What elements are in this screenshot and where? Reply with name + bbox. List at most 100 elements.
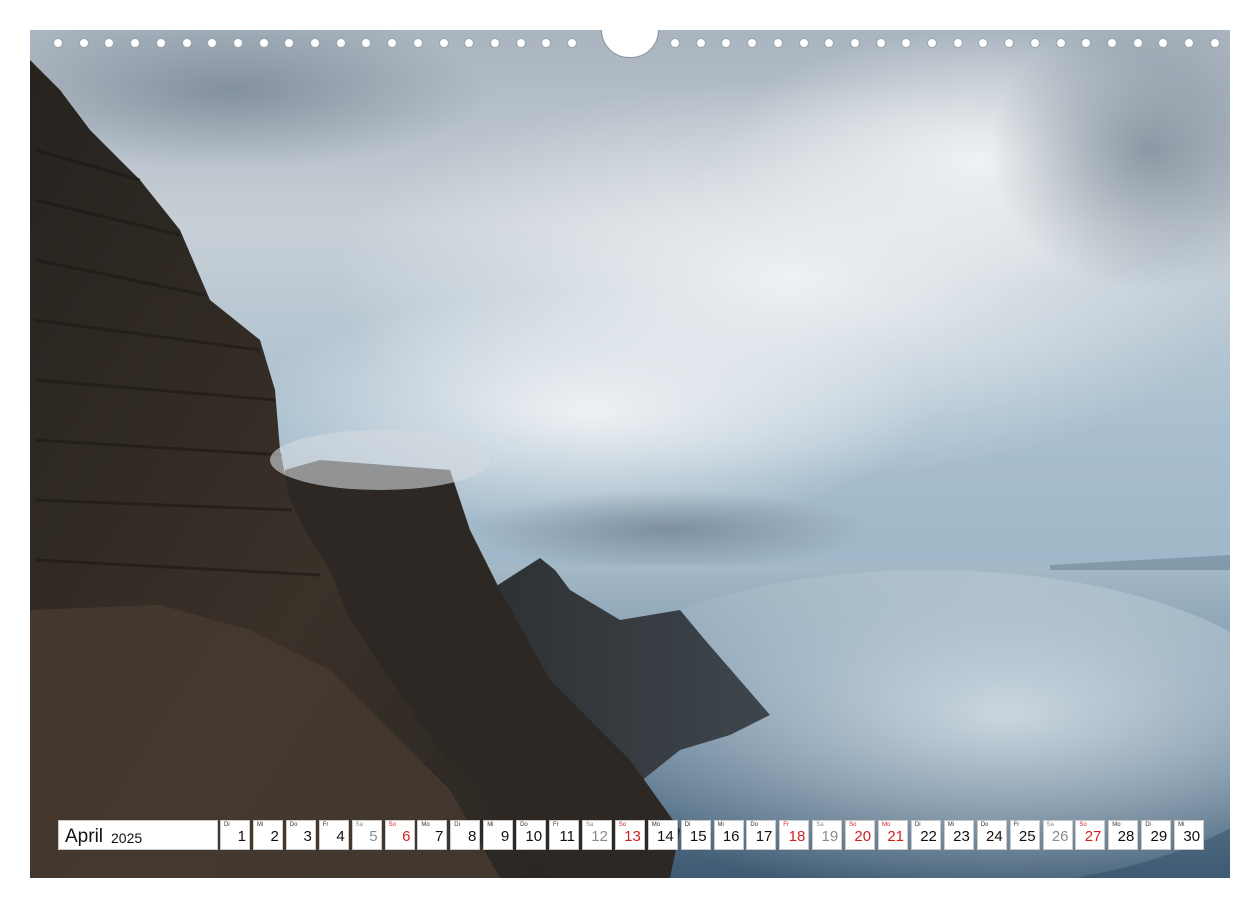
binding-hole bbox=[258, 38, 269, 48]
weekday-label: Fr bbox=[553, 822, 559, 828]
binding-hole bbox=[104, 38, 115, 48]
day-number: 23 bbox=[953, 828, 970, 845]
day-number: 1 bbox=[237, 828, 246, 845]
day-cell: Mi 16 bbox=[713, 820, 744, 850]
binding-hole bbox=[1081, 38, 1092, 48]
year-label: 2025 bbox=[111, 830, 143, 846]
day-cell: Sa 19 bbox=[812, 820, 843, 850]
binding-hole bbox=[670, 38, 680, 48]
day-cell: So 20 bbox=[845, 820, 876, 850]
day-number: 13 bbox=[624, 828, 641, 845]
binding-hole bbox=[1132, 38, 1143, 48]
day-number: 20 bbox=[854, 828, 872, 845]
day-number: 6 bbox=[402, 828, 411, 845]
binding-hole bbox=[1106, 38, 1117, 48]
day-cell: Mi 30 bbox=[1174, 820, 1205, 850]
day-cell: So 6 bbox=[384, 820, 415, 850]
binding-hole bbox=[438, 38, 449, 48]
day-cell: Fr 4 bbox=[318, 820, 349, 850]
day-number: 24 bbox=[986, 828, 1003, 845]
day-cell: Mi 2 bbox=[252, 820, 283, 850]
day-number: 10 bbox=[525, 828, 543, 845]
month-name: April bbox=[65, 826, 104, 847]
weekday-label: Mi bbox=[256, 822, 264, 828]
weekday-label: Mo bbox=[421, 822, 430, 828]
day-number: 3 bbox=[303, 828, 312, 845]
day-number: 7 bbox=[435, 828, 444, 845]
day-cell: Mi 23 bbox=[943, 820, 974, 850]
weekday-label: So bbox=[388, 822, 396, 828]
wire-binding bbox=[30, 30, 1230, 58]
day-number: 18 bbox=[788, 828, 806, 845]
landscape-photo bbox=[30, 30, 1230, 878]
day-cell: Sa 12 bbox=[581, 820, 612, 850]
binding-hole bbox=[567, 38, 577, 48]
day-cell: Di 29 bbox=[1141, 820, 1172, 850]
binding-hole bbox=[361, 38, 372, 48]
binding-hole bbox=[181, 38, 192, 48]
day-number: 12 bbox=[591, 828, 608, 845]
weekday-label: Sa bbox=[355, 822, 363, 828]
binding-hole bbox=[1158, 38, 1169, 48]
binding-hole bbox=[53, 38, 63, 48]
day-number: 17 bbox=[755, 828, 773, 845]
coastal-cliffs-image bbox=[30, 30, 1230, 878]
binding-hole bbox=[824, 38, 835, 48]
day-cell: Sa 26 bbox=[1042, 820, 1073, 850]
day-cell: Fr 18 bbox=[779, 820, 810, 850]
binding-hole bbox=[310, 38, 320, 48]
day-number: 2 bbox=[270, 828, 279, 845]
binding-hole bbox=[901, 38, 912, 48]
day-cell: Mo 28 bbox=[1108, 820, 1139, 850]
day-number: 11 bbox=[559, 828, 575, 845]
day-cell: Mi 9 bbox=[483, 820, 514, 850]
binding-hole bbox=[695, 38, 706, 48]
binding-hole bbox=[335, 38, 346, 48]
binding-hole bbox=[952, 38, 963, 48]
day-cell: Do 3 bbox=[285, 820, 316, 850]
day-number: 25 bbox=[1018, 828, 1036, 845]
binding-hole bbox=[207, 38, 218, 48]
binding-hole bbox=[1029, 38, 1040, 48]
binding-hole bbox=[464, 38, 475, 48]
day-number: 8 bbox=[467, 828, 477, 845]
weekday-label: Di bbox=[224, 822, 230, 828]
binding-hole bbox=[130, 38, 141, 48]
day-cell: So 13 bbox=[614, 820, 645, 850]
binding-hole bbox=[1055, 38, 1066, 48]
day-number: 27 bbox=[1084, 828, 1102, 845]
day-number: 19 bbox=[821, 828, 839, 845]
day-cell: Di 1 bbox=[220, 820, 250, 850]
binding-hole bbox=[1004, 38, 1015, 48]
day-cell: Mo 21 bbox=[878, 820, 908, 850]
day-cell: Fr 25 bbox=[1009, 820, 1040, 850]
binding-hole bbox=[849, 38, 860, 48]
month-label-box: April 2025 bbox=[58, 820, 218, 850]
binding-hole bbox=[515, 38, 526, 48]
day-number: 21 bbox=[887, 828, 904, 845]
binding-hole bbox=[978, 38, 989, 48]
day-number: 30 bbox=[1183, 828, 1201, 845]
weekday-label: Di bbox=[454, 822, 460, 828]
day-number: 5 bbox=[369, 828, 378, 845]
day-cell: Do 17 bbox=[746, 820, 777, 850]
weekday-label: Fr bbox=[322, 822, 329, 828]
hanger-notch bbox=[601, 30, 659, 58]
day-number: 16 bbox=[722, 828, 740, 845]
binding-hole bbox=[772, 38, 783, 48]
day-cell: Sa 5 bbox=[351, 820, 382, 850]
binding-hole bbox=[489, 38, 500, 48]
binding-hole bbox=[798, 38, 809, 48]
binding-hole bbox=[747, 38, 758, 48]
day-cell: Mo 7 bbox=[417, 820, 448, 850]
day-number: 26 bbox=[1051, 828, 1069, 845]
day-cell: Di 8 bbox=[450, 820, 481, 850]
binding-hole bbox=[1209, 38, 1220, 48]
month-calendar-strip: April 2025 Di 1 Mi 2 Do 3 Fr 4 Sa 5 So 6 Mo 7 Di 8 Mi 9 Do… bbox=[58, 820, 1205, 850]
day-cell: Do 24 bbox=[976, 820, 1007, 850]
day-cell: Di 22 bbox=[910, 820, 941, 850]
binding-hole bbox=[721, 38, 732, 48]
day-cell: Di 15 bbox=[680, 820, 711, 850]
day-number: 9 bbox=[500, 828, 510, 845]
day-number: 15 bbox=[689, 828, 707, 845]
